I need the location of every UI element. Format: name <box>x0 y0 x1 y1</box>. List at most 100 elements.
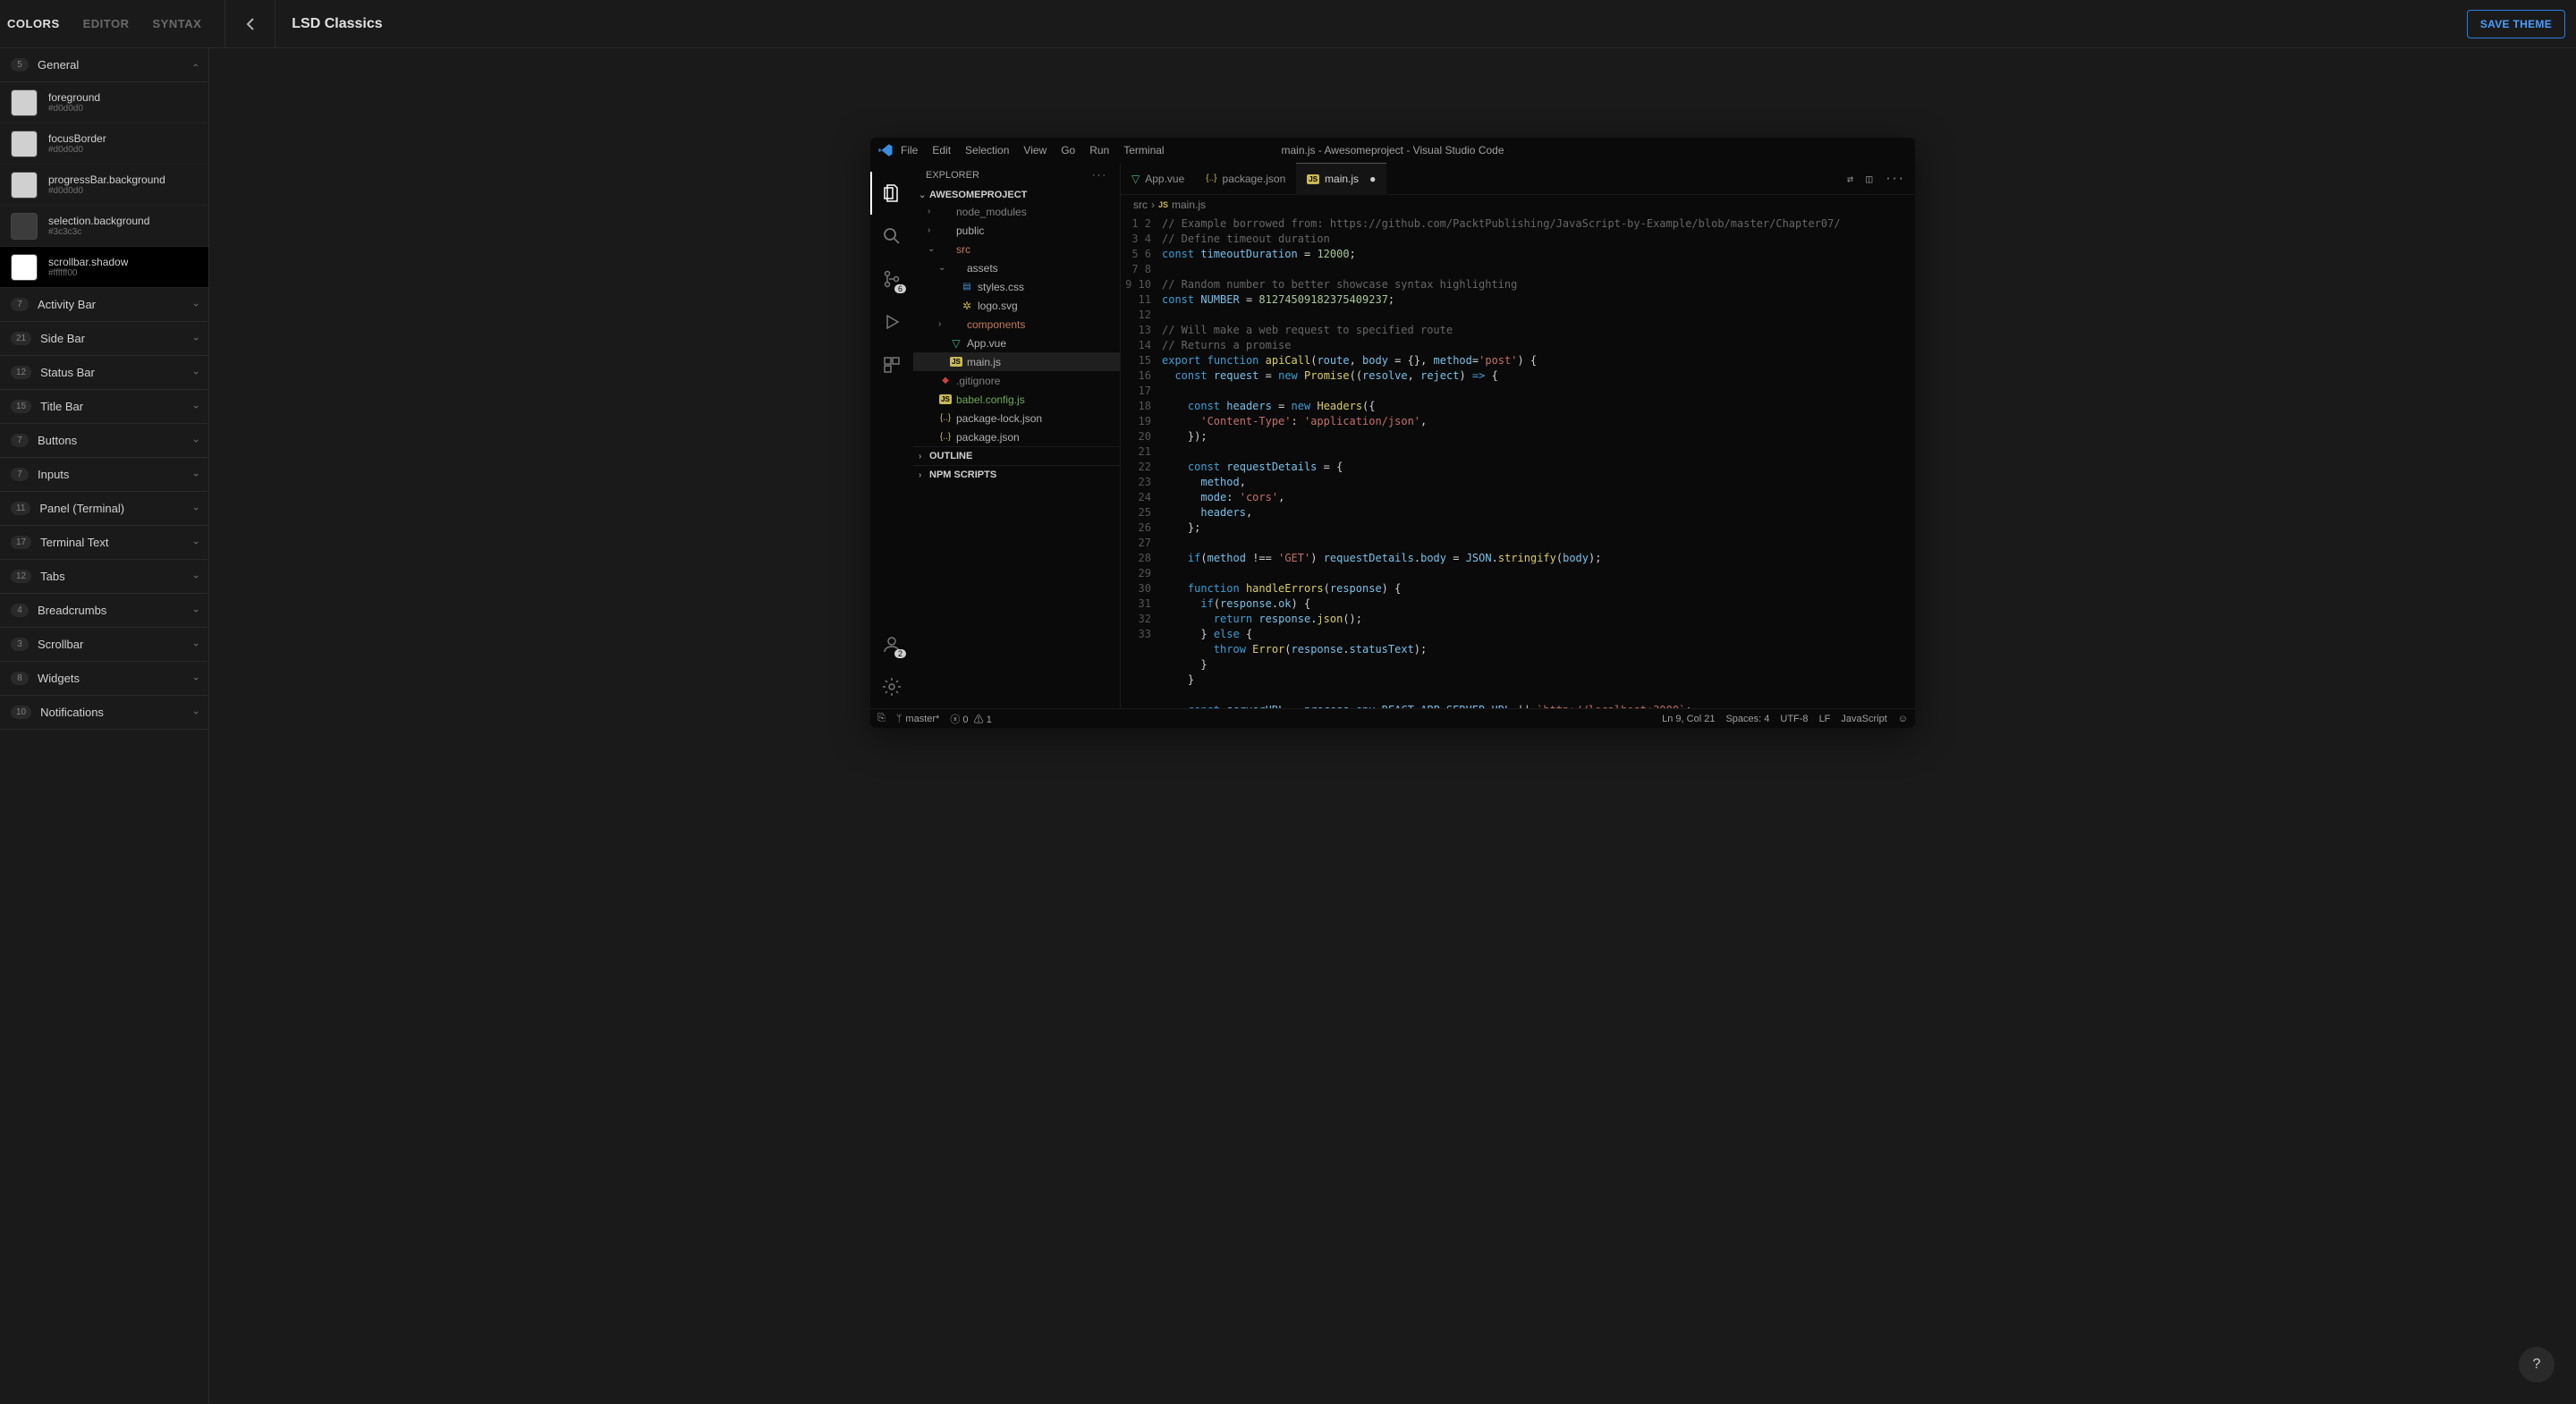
topbar: COLORS EDITOR SYNTAX LSD Classics SAVE T… <box>0 0 2576 48</box>
feedback-icon[interactable]: ☺ <box>1898 714 1908 724</box>
activity-debug-icon[interactable] <box>870 300 913 343</box>
tree-item[interactable]: JS babel.config.js <box>913 390 1120 409</box>
branch-status[interactable]: ᛘmaster* <box>896 714 940 724</box>
section-status-bar[interactable]: 12 Status Bar › <box>0 356 208 390</box>
tree-item[interactable]: JS main.js <box>913 352 1120 371</box>
topbar-tabs: COLORS EDITOR SYNTAX <box>0 17 208 30</box>
explorer-more-icon[interactable]: ··· <box>1092 170 1107 181</box>
tree-item[interactable]: {..} package.json <box>913 427 1120 446</box>
problems-status[interactable]: ⓧ 0 ⚠ 1 <box>950 712 991 726</box>
tree-item[interactable]: › components <box>913 315 1120 334</box>
activity-settings-icon[interactable] <box>870 665 913 708</box>
activity-search-icon[interactable] <box>870 215 913 258</box>
editor-tab[interactable]: JSmain.js● <box>1296 163 1386 195</box>
file-tree: › node_modules› public⌄ src⌄ assets ▤ <box>913 202 1120 446</box>
section-widgets[interactable]: 8 Widgets › <box>0 662 208 696</box>
more-icon[interactable]: ··· <box>1885 173 1904 185</box>
section-activity-bar[interactable]: 7 Activity Bar › <box>0 288 208 322</box>
color-hex: #d0d0d0 <box>48 145 106 155</box>
tree-item[interactable]: ⌄ assets <box>913 258 1120 277</box>
outline-section[interactable]: ›OUTLINE <box>913 446 1120 465</box>
section-terminal-text[interactable]: 17 Terminal Text › <box>0 526 208 560</box>
section-buttons[interactable]: 7 Buttons › <box>0 424 208 458</box>
menu-edit[interactable]: Edit <box>932 144 951 156</box>
tree-label: components <box>967 318 1025 331</box>
section-tabs[interactable]: 12 Tabs › <box>0 560 208 594</box>
language-status[interactable]: JavaScript <box>1841 714 1886 724</box>
indent-status[interactable]: Spaces: 4 <box>1725 714 1769 724</box>
section-count: 3 <box>11 638 29 651</box>
section-general[interactable]: 5 General › <box>0 48 208 82</box>
split-icon[interactable]: ◫ <box>1866 173 1872 185</box>
tab-syntax[interactable]: SYNTAX <box>153 17 202 30</box>
vs-menu: File Edit Selection View Go Run Terminal <box>901 144 1165 156</box>
color-swatch <box>11 131 38 157</box>
section-side-bar[interactable]: 21 Side Bar › <box>0 322 208 356</box>
left-panel: 5 General › foreground #d0d0d0 <box>0 48 209 1404</box>
color-item-focusBorder[interactable]: focusBorder #d0d0d0 <box>0 123 208 165</box>
tree-chevron-icon: ⌄ <box>928 244 938 254</box>
tab-label: main.js <box>1325 173 1359 185</box>
section-count: 15 <box>11 400 31 413</box>
compare-icon[interactable]: ⇄ <box>1847 173 1853 185</box>
menu-file[interactable]: File <box>901 144 918 156</box>
color-item-scrollbar-shadow[interactable]: scrollbar.shadow #ffffff00 <box>0 247 208 288</box>
section-notifications[interactable]: 10 Notifications › <box>0 696 208 730</box>
file-icon: ▽ <box>949 337 963 350</box>
section-scrollbar[interactable]: 3 Scrollbar › <box>0 628 208 662</box>
tree-item[interactable]: ⌄ src <box>913 240 1120 258</box>
section-breadcrumbs[interactable]: 4 Breadcrumbs › <box>0 594 208 628</box>
code-area[interactable]: 1 2 3 4 5 6 7 8 9 10 11 12 13 14 15 16 1… <box>1121 215 1915 708</box>
activity-explorer-icon[interactable] <box>870 172 913 215</box>
project-header[interactable]: ⌄ AWESOMEPROJECT <box>913 188 1120 202</box>
tree-item[interactable]: › public <box>913 221 1120 240</box>
tree-item[interactable]: ◆ .gitignore <box>913 371 1120 390</box>
scm-badge: 6 <box>894 284 906 293</box>
menu-run[interactable]: Run <box>1089 144 1109 156</box>
tab-colors[interactable]: COLORS <box>7 17 60 30</box>
activity-scm-icon[interactable]: 6 <box>870 258 913 300</box>
editor-tab[interactable]: {..}package.json <box>1195 163 1296 195</box>
tab-editor[interactable]: EDITOR <box>83 17 130 30</box>
menu-selection[interactable]: Selection <box>965 144 1009 156</box>
tree-item[interactable]: ▤ styles.css <box>913 277 1120 296</box>
cursor-position[interactable]: Ln 9, Col 21 <box>1662 714 1715 724</box>
menu-view[interactable]: View <box>1023 144 1046 156</box>
tree-item[interactable]: ✲ logo.svg <box>913 296 1120 315</box>
color-name: focusBorder <box>48 132 106 145</box>
file-icon: ◆ <box>938 376 953 385</box>
section-count: 12 <box>11 570 31 583</box>
back-button[interactable] <box>225 0 275 48</box>
color-item-foreground[interactable]: foreground #d0d0d0 <box>0 82 208 123</box>
section-panel-terminal-[interactable]: 11 Panel (Terminal) › <box>0 492 208 526</box>
section-title: Scrollbar <box>38 638 194 651</box>
eol-status[interactable]: LF <box>1819 714 1831 724</box>
npm-scripts-section[interactable]: ›NPM SCRIPTS <box>913 465 1120 484</box>
encoding-status[interactable]: UTF-8 <box>1780 714 1808 724</box>
menu-terminal[interactable]: Terminal <box>1123 144 1164 156</box>
save-theme-button[interactable]: SAVE THEME <box>2467 10 2565 38</box>
editor-tab[interactable]: ▽App.vue <box>1121 163 1195 195</box>
preview-area: File Edit Selection View Go Run Terminal main.… <box>209 48 2576 1404</box>
code-lines: // Example borrowed from: https://github… <box>1162 215 1915 708</box>
tree-label: assets <box>967 262 998 275</box>
color-name: foreground <box>48 91 100 104</box>
section-count: 7 <box>11 298 29 311</box>
file-icon: JS <box>949 357 963 367</box>
tree-item[interactable]: › node_modules <box>913 202 1120 221</box>
activity-extensions-icon[interactable] <box>870 343 913 386</box>
color-item-progressBar-background[interactable]: progressBar.background #d0d0d0 <box>0 165 208 206</box>
chevron-icon: › <box>191 507 201 511</box>
breadcrumb[interactable]: src› JS main.js <box>1121 195 1915 215</box>
tree-item[interactable]: {..} package-lock.json <box>913 409 1120 427</box>
menu-go[interactable]: Go <box>1061 144 1075 156</box>
activity-account-icon[interactable]: 2 <box>870 622 913 665</box>
section-inputs[interactable]: 7 Inputs › <box>0 458 208 492</box>
help-button[interactable]: ? <box>2519 1347 2555 1383</box>
section-title: Activity Bar <box>38 298 194 311</box>
color-item-selection-background[interactable]: selection.background #3c3c3c <box>0 206 208 247</box>
remote-icon[interactable]: ⎘ <box>877 713 886 724</box>
section-title-bar[interactable]: 15 Title Bar › <box>0 390 208 424</box>
tree-item[interactable]: ▽ App.vue <box>913 334 1120 352</box>
color-name: progressBar.background <box>48 173 165 186</box>
